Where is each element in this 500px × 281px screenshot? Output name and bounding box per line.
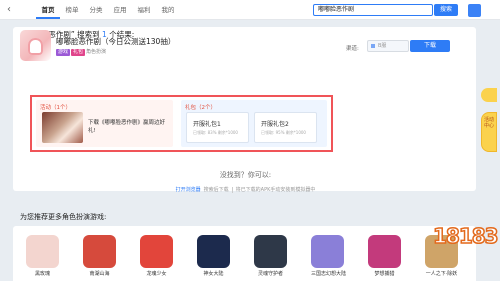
recommend-game-icon[interactable] [197,235,230,268]
search-button[interactable]: 搜索 [434,4,458,16]
gift-pack-meta: 已领取: 83% 剩余*1000 [193,130,238,135]
recommend-game-icon[interactable] [311,235,344,268]
recommend-game-icon[interactable] [254,235,287,268]
recommend-card: 黑玫瑰 南湖山海 龙魂少女 神女大陆 灵魂守护者 三国志幻想大陆 梦想捕猎 一人之下·除妖 [13,226,476,281]
recommend-game-item[interactable]: 龙魂少女 [140,235,173,277]
recommend-game-name[interactable]: 南湖山海 [83,270,116,277]
activity-banner-image[interactable] [42,112,83,143]
recommend-game-icon[interactable] [140,235,173,268]
recommend-game-item[interactable]: 灵魂守护者 [254,235,287,277]
hint-divider [231,186,233,193]
recommend-game-name[interactable]: 梦想捕猎 [368,270,401,277]
recommend-game-item[interactable]: 南湖山海 [83,235,116,277]
channel-value: B服 [378,43,387,49]
gift-pack-name: 开服礼包2 [261,121,289,128]
recommend-game-item[interactable]: 黑玫瑰 [26,235,59,277]
gift-label: 礼包（2个） [185,105,216,111]
recommend-game-name[interactable]: 龙魂少女 [140,270,173,277]
logo-text: 18183 [432,223,499,249]
recommend-game-name[interactable]: 神女大陆 [197,270,230,277]
channel-label: 渠道: [346,46,359,52]
activity-center-label: 活动中心 [483,117,494,129]
nav-item-mine[interactable]: 我的 [156,0,180,20]
recommend-game-name[interactable]: 灵魂守护者 [254,270,287,277]
recommend-game-item[interactable]: 三国志幻想大陆 [311,235,346,277]
search-input[interactable]: 嘟嘟脸恶作剧 [313,4,433,16]
nav-item-welfare[interactable]: 福利 [132,0,156,20]
nav-item-home[interactable]: 首页 [36,0,60,19]
activity-section: 活动（1个） 下载《嘟嘟脸恶作剧》赢周边好礼! [36,100,173,147]
game-icon[interactable] [20,30,51,61]
gift-pack-name: 开服礼包1 [193,121,221,128]
recommend-game-name[interactable]: 三国志幻想大陆 [311,270,346,277]
gift-pack-1[interactable]: 开服礼包1 已领取: 83% 剩余*1000 [186,112,249,143]
recommend-game-icon[interactable] [83,235,116,268]
not-found-title: 没找到？你可以: [219,171,272,179]
main-nav: 首页 榜单 分类 应用 福利 我的 [36,0,180,20]
activity-text[interactable]: 下载《嘟嘟脸恶作剧》赢周边好礼! [88,119,168,135]
recommend-game-item[interactable]: 梦想捕猎 [368,235,401,277]
recommend-game-name[interactable]: 黑玫瑰 [26,270,59,277]
bilibili-icon [371,44,375,48]
download-button[interactable]: 下载 [410,40,450,52]
game-genre: 角色扮演 [86,49,107,55]
recommend-game-name[interactable]: 一人之下·除妖 [425,270,458,277]
open-browser-link[interactable]: 打开浏览器 [176,187,204,193]
gift-section: 礼包（2个） 开服礼包1 已领取: 83% 剩余*1000 开服礼包2 已领取:… [181,100,327,147]
nav-item-rank[interactable]: 榜单 [60,0,84,20]
brand-logo: 18183 [432,210,499,260]
recommend-game-item[interactable]: 神女大陆 [197,235,230,277]
user-avatar-icon[interactable] [468,4,481,17]
nav-item-category[interactable]: 分类 [84,0,108,20]
channel-select[interactable]: B服 [367,40,409,52]
activity-center-float-button[interactable]: 活动中心 [481,112,497,152]
hint-search-download: 搜索后下载 [203,187,229,193]
tag-game-badge: 游戏 [56,49,71,56]
recommend-game-icon[interactable] [26,235,59,268]
recommend-game-icon[interactable] [368,235,401,268]
hint-manual-install: 将已下载的APK手动安装到模拟器中 [235,187,316,193]
gift-pack-2[interactable]: 开服礼包2 已领取: 95% 剩余*1000 [254,112,317,143]
float-collapse-tab[interactable] [481,88,497,102]
top-navigation-bar: ‹ 首页 榜单 分类 应用 福利 我的 嘟嘟脸恶作剧 搜索 [0,0,500,20]
not-found-hint: 打开浏览器 搜索后下载 将已下载的APK手动安装到模拟器中 [0,186,491,193]
game-title[interactable]: 嘟嘟脸恶作剧（今日公测送130抽） [56,36,175,47]
activity-label: 活动（1个） [40,105,71,111]
back-arrow-icon[interactable]: ‹ [7,4,11,15]
gift-pack-meta: 已领取: 95% 剩余*1000 [261,130,306,135]
recommend-title: 为您推荐更多角色扮演游戏: [20,213,107,221]
tag-gift-badge: 礼包 [71,49,86,56]
highlight-box: 活动（1个） 下载《嘟嘟脸恶作剧》赢周边好礼! 礼包（2个） 开服礼包1 已领取… [30,95,333,152]
nav-item-apps[interactable]: 应用 [108,0,132,20]
